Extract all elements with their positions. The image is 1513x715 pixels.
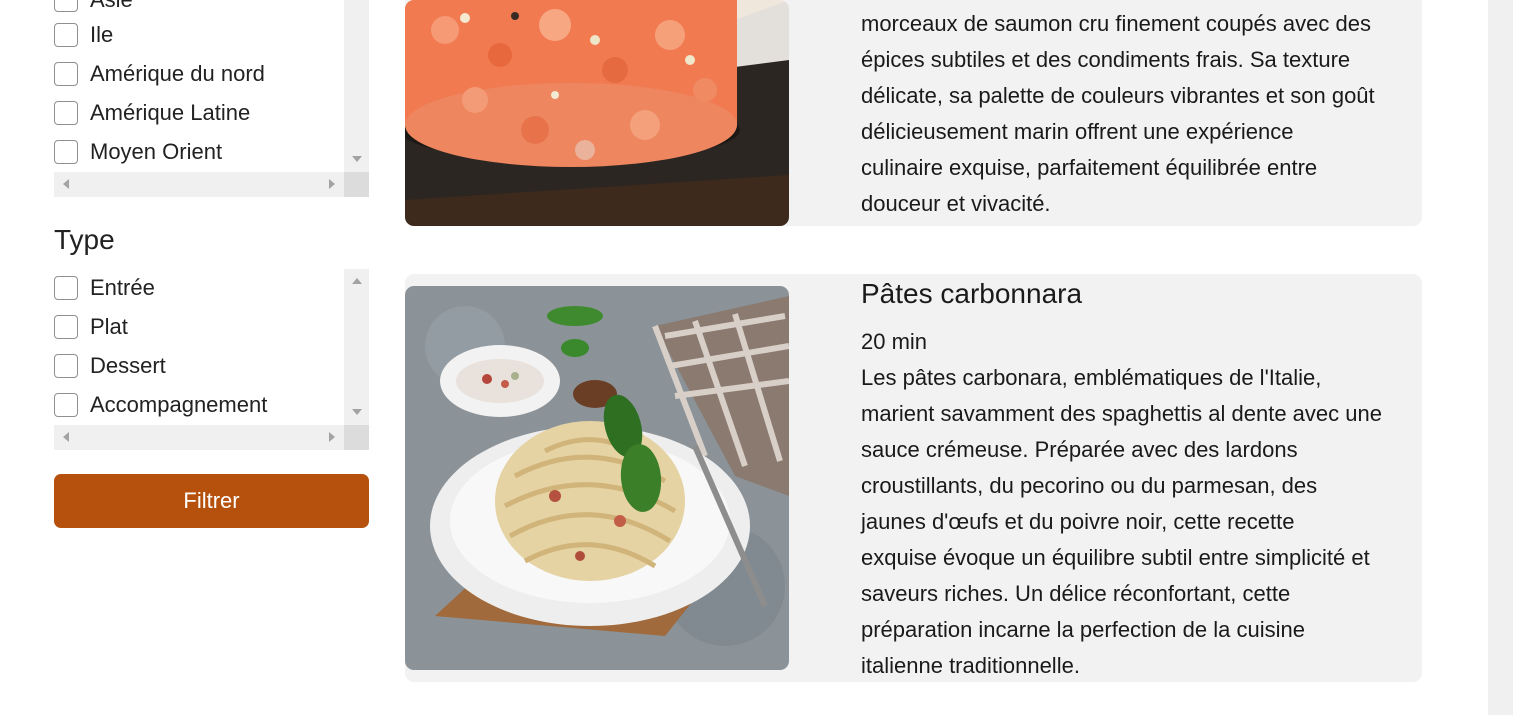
recipe-description-line: culinaire exquise, parfaitement équilibr… (861, 155, 1318, 180)
checkbox[interactable] (54, 0, 78, 12)
recipe-time: 20 min (861, 329, 928, 354)
type-option-label: Plat (90, 314, 128, 339)
checkbox[interactable] (54, 315, 78, 339)
filter-button[interactable]: Filtrer (54, 474, 369, 528)
recipe-description-line: sauce crémeuse. Préparée avec des lardon… (861, 437, 1298, 462)
type-option-accompagnement[interactable]: Accompagnement (54, 392, 267, 418)
scroll-corner (344, 425, 369, 450)
type-filter-items: Entrée Plat Dessert Accompagnement (54, 269, 344, 425)
scroll-up-arrow-icon[interactable] (352, 278, 362, 284)
type-horizontal-scrollbar[interactable] (54, 425, 344, 450)
scroll-right-arrow-icon[interactable] (329, 432, 335, 442)
origin-option-label: Amérique du nord (90, 61, 265, 86)
origin-option-amerique-latine[interactable]: Amérique Latine (54, 100, 250, 126)
recipe-description-line: préparation incarne la perfection de la … (861, 617, 1305, 642)
scroll-down-arrow-icon[interactable] (352, 156, 362, 162)
recipe-description: Les pâtes carbonara, emblématiques de l'… (861, 360, 1431, 684)
recipe-title[interactable]: Pâtes carbonnara (861, 276, 1431, 324)
type-option-label: Entrée (90, 275, 155, 300)
recipe-description-line: exquise évoque un équilibre subtil entre… (861, 545, 1370, 570)
origin-option-label: Ile (90, 22, 114, 47)
pates-carbonara-photo (405, 286, 789, 670)
origin-option-asie[interactable]: Asie (54, 0, 133, 13)
type-vertical-scrollbar[interactable] (344, 269, 369, 425)
checkbox[interactable] (54, 101, 78, 125)
recipe-description-line: délicieusement marin offrent une expérie… (861, 119, 1294, 144)
origin-option-label: Asie (90, 0, 133, 13)
checkbox[interactable] (54, 23, 78, 47)
scroll-corner (344, 172, 369, 197)
recipe-description-line: épices subtiles et des condiments frais.… (861, 47, 1351, 72)
type-option-plat[interactable]: Plat (54, 314, 128, 340)
recipe-description-line: marient savamment des spaghettis al dent… (861, 401, 1382, 426)
checkbox[interactable] (54, 354, 78, 378)
origin-filter-items: Asie Ile Amérique du nord Amérique Latin… (54, 0, 344, 172)
scroll-right-arrow-icon[interactable] (329, 179, 335, 189)
type-option-dessert[interactable]: Dessert (54, 353, 166, 379)
type-option-label: Dessert (90, 353, 166, 378)
scroll-down-arrow-icon[interactable] (352, 409, 362, 415)
recipe-text: Pâtes carbonnara 20 min Les pâtes carbon… (861, 276, 1431, 684)
recipe-description-line: morceaux de saumon cru finement coupés a… (861, 11, 1371, 36)
checkbox[interactable] (54, 393, 78, 417)
checkbox[interactable] (54, 276, 78, 300)
scroll-left-arrow-icon[interactable] (63, 179, 69, 189)
origin-option-ile[interactable]: Ile (54, 22, 113, 48)
recipe-description-line: croustillants, du pecorino ou du parmesa… (861, 473, 1318, 498)
checkbox[interactable] (54, 62, 78, 86)
recipe-description-line: saveurs riches. Un délice réconfortant, … (861, 581, 1291, 606)
salmon-tartare-photo (405, 0, 789, 226)
recipe-description-line: délicate, sa palette de couleurs vibrant… (861, 83, 1375, 108)
origin-option-label: Moyen Orient (90, 139, 223, 164)
origin-horizontal-scrollbar[interactable] (54, 172, 344, 197)
origin-option-label: Amérique Latine (90, 100, 251, 125)
type-filter-list[interactable]: Entrée Plat Dessert Accompagnement (54, 269, 369, 450)
recipe-description-line: jaunes d'œufs et du poivre noir, cette r… (861, 509, 1295, 534)
checkbox[interactable] (54, 140, 78, 164)
origin-vertical-scrollbar[interactable] (344, 0, 369, 172)
recipe-image-pates-carbonara (405, 286, 789, 670)
recipe-description-line: Les pâtes carbonara, emblématiques de l'… (861, 365, 1322, 390)
page-scrollbar[interactable] (1488, 0, 1513, 715)
origin-option-amerique-du-nord[interactable]: Amérique du nord (54, 61, 265, 87)
type-option-entree[interactable]: Entrée (54, 275, 155, 301)
recipe-text: morceaux de saumon cru finement coupés a… (861, 6, 1431, 222)
type-option-label: Accompagnement (90, 392, 268, 417)
recipe-image-salmon-tartare (405, 0, 789, 226)
origin-filter-list[interactable]: Asie Ile Amérique du nord Amérique Latin… (54, 0, 369, 197)
scroll-left-arrow-icon[interactable] (63, 432, 69, 442)
recipe-description: morceaux de saumon cru finement coupés a… (861, 6, 1431, 222)
recipe-description-line: italienne traditionnelle. (861, 653, 1080, 678)
origin-option-moyen-orient[interactable]: Moyen Orient (54, 139, 222, 165)
type-filter-title: Type (54, 224, 115, 255)
recipe-description-line: douceur et vivacité. (861, 191, 1051, 216)
